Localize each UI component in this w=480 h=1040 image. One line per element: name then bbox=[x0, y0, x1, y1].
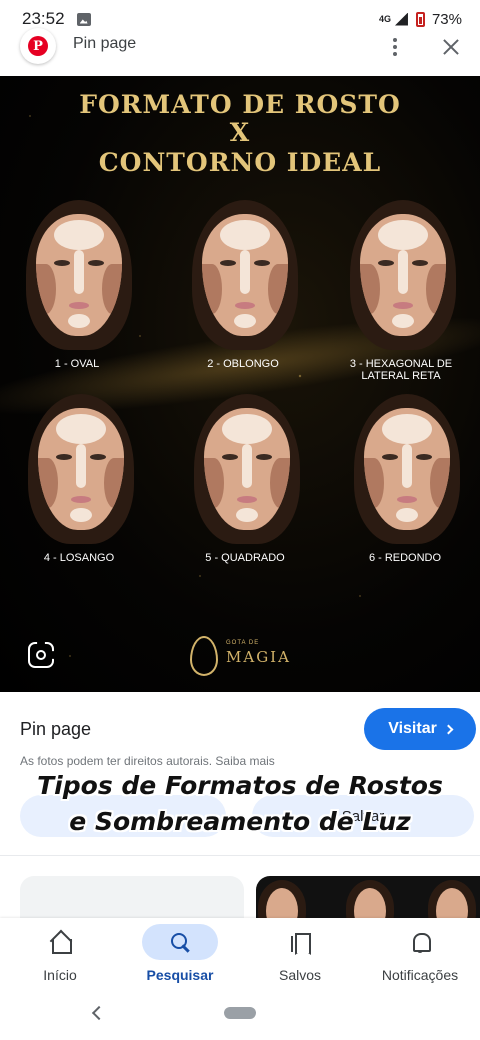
overlay-caption: Tipos de Formatos de Rostos e Sombreamen… bbox=[20, 768, 460, 840]
face-illustration bbox=[348, 200, 458, 350]
source-name: Pin page bbox=[20, 719, 92, 739]
face-illustration bbox=[24, 200, 134, 350]
status-indicators: 4G 73% bbox=[379, 11, 462, 28]
battery-percentage: 73% bbox=[431, 10, 462, 28]
system-navigation-bar bbox=[0, 998, 480, 1040]
face-illustration bbox=[190, 200, 300, 350]
nav-item-search[interactable]: Pesquisar bbox=[120, 918, 240, 998]
gallery-notification-icon bbox=[76, 12, 91, 26]
search-icon bbox=[168, 930, 192, 954]
bottom-navigation: Início Pesquisar Salvos Notificações bbox=[0, 918, 480, 998]
home-handle[interactable] bbox=[224, 1007, 256, 1019]
section-divider bbox=[0, 855, 480, 856]
logo-small-text: GOTA DE bbox=[226, 640, 260, 646]
image-title-x: X bbox=[229, 118, 251, 147]
visit-button[interactable]: Visitar bbox=[364, 708, 476, 750]
face-label: 2 - OBLONGO bbox=[207, 358, 279, 370]
caption-line-2: e Sombreamento de Luz bbox=[69, 807, 411, 836]
face-label: 6 - REDONDO bbox=[368, 552, 442, 564]
more-options-icon[interactable] bbox=[384, 32, 406, 62]
google-lens-icon[interactable] bbox=[28, 642, 54, 668]
nav-item-home[interactable]: Início bbox=[0, 918, 120, 998]
face-label: 5 - QUADRADO bbox=[205, 552, 285, 564]
battery-icon bbox=[415, 11, 425, 27]
close-icon[interactable] bbox=[438, 34, 464, 60]
drop-logo-icon bbox=[190, 636, 218, 676]
pinterest-logo-icon[interactable]: P bbox=[20, 28, 56, 64]
bookmarks-icon bbox=[288, 930, 312, 954]
page-title: Pin page bbox=[73, 35, 137, 52]
visit-button-label: Visitar bbox=[388, 720, 437, 737]
pinterest-logo-letter: P bbox=[28, 36, 48, 56]
face-illustration bbox=[352, 394, 462, 544]
copyright-notice[interactable]: As fotos podem ter direitos autorais. Sa… bbox=[20, 754, 350, 768]
face-illustration bbox=[192, 394, 302, 544]
nav-label: Salvos bbox=[278, 967, 322, 983]
top-app-bar: P Pin page bbox=[0, 26, 480, 66]
signal-icon bbox=[394, 12, 408, 26]
back-icon[interactable] bbox=[91, 1005, 107, 1021]
nav-label: Notificações bbox=[381, 967, 459, 983]
bell-icon bbox=[408, 930, 432, 954]
face-label: 4 - LOSANGO bbox=[43, 552, 115, 564]
result-image[interactable]: FORMATO DE ROSTO X CONTORNO IDEAL 1 - OV… bbox=[0, 76, 480, 692]
nav-item-notifications[interactable]: Notificações bbox=[360, 918, 480, 998]
nav-label: Pesquisar bbox=[146, 967, 214, 983]
face-label: 1 - OVAL bbox=[54, 358, 100, 370]
face-label: 3 - HEXAGONAL DE LATERAL RETA bbox=[349, 358, 453, 382]
image-title-line-1: FORMATO DE ROSTO bbox=[79, 90, 401, 119]
nav-item-saved[interactable]: Salvos bbox=[240, 918, 360, 998]
nav-label: Início bbox=[43, 967, 77, 983]
brand-logo: GOTA DE MAGIA bbox=[190, 634, 310, 680]
caption-line-1: Tipos de Formatos de Rostos bbox=[37, 771, 443, 800]
logo-text: MAGIA bbox=[226, 648, 291, 666]
image-title-line-2: CONTORNO IDEAL bbox=[98, 148, 382, 177]
network-type: 4G bbox=[378, 14, 391, 24]
home-icon bbox=[48, 930, 72, 954]
chevron-right-icon bbox=[443, 724, 454, 735]
face-illustration bbox=[26, 394, 136, 544]
